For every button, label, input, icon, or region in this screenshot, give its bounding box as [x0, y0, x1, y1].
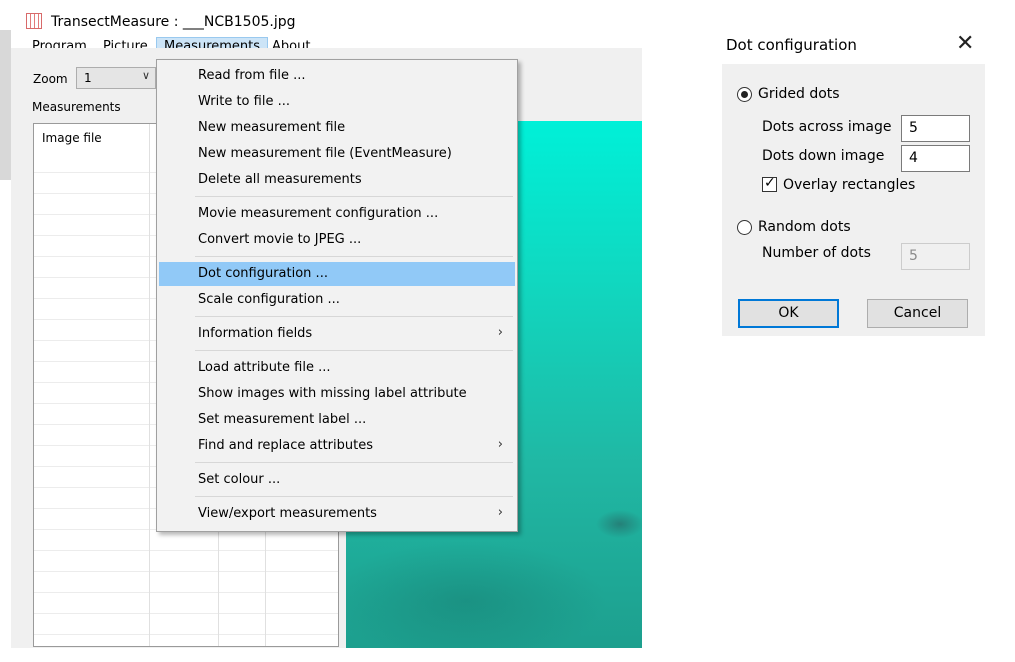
dots-across-input[interactable]: 5: [901, 115, 970, 142]
chevron-down-icon[interactable]: ∨: [142, 69, 150, 82]
cancel-button[interactable]: Cancel: [867, 299, 968, 328]
menu-item-information-fields[interactable]: Information fields ›: [159, 322, 515, 346]
overlay-rectangles-label: Overlay rectangles: [783, 177, 916, 193]
dots-across-value: 5: [909, 120, 918, 136]
close-icon[interactable]: ✕: [956, 33, 974, 55]
submenu-arrow-icon: ›: [497, 325, 503, 340]
app-grid-icon: [26, 13, 42, 29]
menu-item-label: Write to file ...: [198, 94, 290, 109]
menu-item-convert-movie-to-jpeg[interactable]: Convert movie to JPEG ...: [159, 228, 515, 252]
dots-across-label: Dots across image: [762, 119, 892, 135]
menu-item-write-to-file[interactable]: Write to file ...: [159, 90, 515, 114]
dots-down-value: 4: [909, 150, 918, 166]
menu-item-set-colour[interactable]: Set colour ...: [159, 468, 515, 492]
menu-item-new-measurement-file-eventmeasure[interactable]: New measurement file (EventMeasure): [159, 142, 515, 166]
number-of-dots-input: 5: [901, 243, 970, 270]
zoom-label: Zoom: [33, 72, 68, 86]
menu-item-label: Delete all measurements: [198, 172, 362, 187]
menu-item-label: New measurement file: [198, 120, 346, 135]
menu-item-set-measurement-label[interactable]: Set measurement label ...: [159, 408, 515, 432]
menu-item-movie-measurement-configuration[interactable]: Movie measurement configuration ...: [159, 202, 515, 226]
grided-dots-label: Grided dots: [758, 86, 840, 102]
random-dots-radio[interactable]: [737, 220, 752, 235]
dots-down-label: Dots down image: [762, 148, 885, 164]
menu-item-show-images-missing-label[interactable]: Show images with missing label attribute: [159, 382, 515, 406]
menu-item-new-measurement-file[interactable]: New measurement file: [159, 116, 515, 140]
menu-item-label: Information fields: [198, 326, 313, 341]
submenu-arrow-icon: ›: [497, 505, 503, 520]
radio-selected-dot: [741, 91, 748, 98]
menu-item-label: Set colour ...: [198, 472, 281, 487]
menu-item-label: View/export measurements: [198, 506, 377, 521]
random-dots-label: Random dots: [758, 219, 851, 235]
menu-item-label: Scale configuration ...: [198, 292, 340, 307]
menu-item-label: Find and replace attributes: [198, 438, 373, 453]
window-left-edge: [0, 30, 11, 180]
dots-down-input[interactable]: 4: [901, 145, 970, 172]
grided-dots-radio[interactable]: [737, 87, 752, 102]
menu-separator: [195, 496, 513, 497]
menu-item-label: Movie measurement configuration ...: [198, 206, 439, 221]
column-header-image-file[interactable]: Image file: [42, 131, 102, 145]
menu-item-label: Dot configuration ...: [198, 266, 328, 281]
menu-item-scale-configuration[interactable]: Scale configuration ...: [159, 288, 515, 312]
menu-item-label: Load attribute file ...: [198, 360, 331, 375]
table-column-line: [149, 124, 150, 646]
menu-item-label: Show images with missing label attribute: [198, 386, 467, 401]
menu-item-load-attribute-file[interactable]: Load attribute file ...: [159, 356, 515, 380]
table-row-line: [34, 634, 338, 635]
window-title: TransectMeasure : ___NCB1505.jpg: [51, 14, 296, 30]
menu-separator: [195, 462, 513, 463]
menu-item-find-and-replace-attributes[interactable]: Find and replace attributes ›: [159, 434, 515, 458]
table-row-line: [34, 550, 338, 551]
menu-item-dot-configuration[interactable]: Dot configuration ...: [159, 262, 515, 286]
menu-separator: [195, 256, 513, 257]
menu-item-view-export-measurements[interactable]: View/export measurements ›: [159, 502, 515, 526]
menu-item-label: Convert movie to JPEG ...: [198, 232, 362, 247]
title-bar: TransectMeasure : ___NCB1505.jpg: [11, 10, 651, 36]
table-row-line: [34, 613, 338, 614]
menu-item-label: New measurement file (EventMeasure): [198, 146, 452, 161]
menu-item-delete-all-measurements[interactable]: Delete all measurements: [159, 168, 515, 192]
overlay-rectangles-checkbox[interactable]: ✓: [762, 175, 777, 192]
submenu-arrow-icon: ›: [497, 437, 503, 452]
number-of-dots-label: Number of dots: [762, 245, 871, 261]
dot-configuration-dialog: Dot configuration ✕ Grided dots Dots acr…: [722, 30, 985, 336]
menu-separator: [195, 350, 513, 351]
checkmark-icon: ✓: [764, 175, 776, 191]
menu-item-read-from-file[interactable]: Read from file ...: [159, 64, 515, 88]
zoom-value: 1: [84, 71, 92, 85]
menu-item-label: Read from file ...: [198, 68, 306, 83]
table-row-line: [34, 592, 338, 593]
dialog-title: Dot configuration: [726, 36, 857, 54]
menu-separator: [195, 196, 513, 197]
number-of-dots-value: 5: [909, 248, 918, 264]
measurements-dropdown-menu: Read from file ... Write to file ... New…: [156, 59, 518, 532]
menu-separator: [195, 316, 513, 317]
table-row-line: [34, 571, 338, 572]
ok-button[interactable]: OK: [738, 299, 839, 328]
measurements-label: Measurements: [32, 100, 121, 114]
dialog-title-bar: Dot configuration ✕: [722, 30, 985, 64]
menu-item-label: Set measurement label ...: [198, 412, 367, 427]
